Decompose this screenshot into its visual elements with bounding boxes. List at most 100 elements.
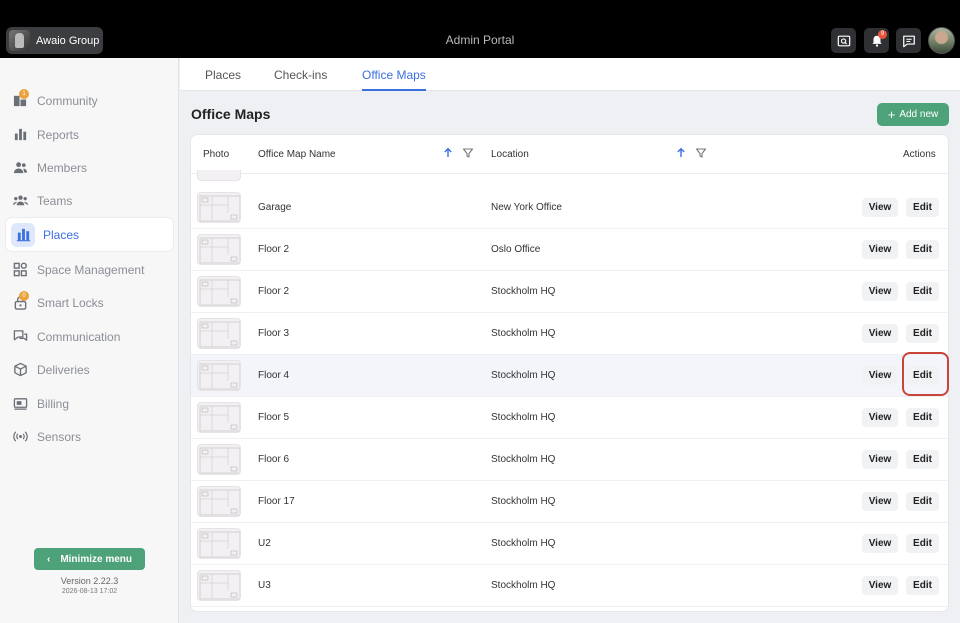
office-map-name: Floor 17 [258, 496, 295, 507]
office-map-name: Floor 2 [258, 244, 290, 255]
package-icon [12, 362, 28, 378]
office-map-name: Garage [258, 202, 292, 213]
column-header-location[interactable]: Location [491, 149, 529, 160]
edit-button[interactable]: Edit [906, 450, 939, 469]
user-avatar[interactable] [928, 27, 955, 54]
office-map-name: U3 [258, 580, 271, 591]
plus-icon: + [887, 106, 896, 122]
sidebar-item-communication[interactable]: Communication [6, 320, 173, 353]
office-map-name: Floor 6 [258, 454, 290, 465]
sort-ascending-icon[interactable] [675, 147, 687, 159]
office-map-location: Stockholm HQ [491, 412, 556, 423]
office-map-location: Stockholm HQ [491, 328, 556, 339]
tab-check-ins[interactable]: Check-ins [274, 68, 327, 91]
view-button[interactable]: View [862, 450, 898, 469]
sidebar-item-members[interactable]: Members [6, 151, 173, 184]
portal-title: Admin Portal [445, 33, 515, 47]
sidebar-item-label: Teams [37, 193, 73, 208]
edit-button[interactable]: Edit [906, 534, 939, 553]
office-map-location: Stockholm HQ [491, 286, 556, 297]
office-map-location: Stockholm HQ [491, 538, 556, 549]
table-row: Floor 3 Stockholm HQ View Edit [191, 313, 948, 355]
table-row: Floor 5 Stockholm HQ View Edit [191, 397, 948, 439]
map-thumbnail [197, 234, 241, 265]
edit-button[interactable]: Edit [906, 282, 939, 301]
sort-ascending-icon[interactable] [442, 147, 454, 159]
sidebar-item-label: Places [43, 227, 80, 242]
building-icon [11, 222, 35, 247]
map-thumbnail [197, 170, 241, 181]
sidebar-item-label: Reports [37, 127, 80, 142]
community-icon: 1 [12, 88, 29, 109]
sidebar-item-label: Billing [37, 396, 70, 411]
top-bar: Awaio Group Admin Portal 9 [0, 0, 960, 58]
sidebar-item-deliveries[interactable]: Deliveries [6, 353, 173, 386]
screen-search-button[interactable] [831, 28, 856, 53]
message-icon [902, 35, 915, 47]
table-row: Floor 2 Oslo Office View Edit [191, 229, 948, 271]
members-icon [12, 160, 28, 176]
view-button[interactable]: View [862, 534, 898, 553]
sidebar-item-label: Members [37, 160, 88, 175]
tab-places[interactable]: Places [205, 68, 241, 91]
office-map-name: Floor 4 [258, 370, 290, 381]
sidebar-item-smart-locks[interactable]: 0 Smart Locks [6, 286, 173, 319]
view-button[interactable]: View [862, 366, 898, 385]
map-thumbnail [197, 276, 241, 307]
lock-icon: 0 [12, 290, 29, 311]
view-button[interactable]: View [862, 324, 898, 343]
table-row: U3 Stockholm HQ View Edit [191, 565, 948, 607]
sidebar-item-sensors[interactable]: Sensors [6, 420, 173, 453]
teams-icon [12, 193, 28, 209]
messages-button[interactable] [896, 28, 921, 53]
map-thumbnail [197, 192, 241, 223]
minimize-menu-button[interactable]: ‹ Minimize menu [34, 548, 145, 570]
sidebar: 1 Community Reports Members Teams Places… [0, 58, 179, 623]
table-row: Floor 2 Stockholm HQ View Edit [191, 271, 948, 313]
view-button[interactable]: View [862, 282, 898, 301]
edit-button[interactable]: Edit [906, 408, 939, 427]
screen-search-icon [837, 35, 850, 46]
column-header-actions: Actions [903, 149, 936, 160]
sidebar-item-community[interactable]: 1 Community [6, 84, 173, 117]
edit-button[interactable]: Edit [906, 492, 939, 511]
office-map-location: Stockholm HQ [491, 370, 556, 381]
highlight-ring [902, 352, 949, 396]
filter-icon[interactable] [695, 147, 707, 159]
sidebar-item-space-management[interactable]: Space Management [6, 253, 173, 286]
office-map-name: Floor 2 [258, 286, 290, 297]
tab-office-maps[interactable]: Office Maps [362, 68, 426, 91]
filter-icon[interactable] [462, 147, 474, 159]
sidebar-item-billing[interactable]: Billing [6, 387, 173, 420]
notifications-button[interactable]: 9 [864, 28, 889, 53]
edit-button[interactable]: Edit [906, 240, 939, 259]
view-button[interactable]: View [862, 576, 898, 595]
view-button[interactable]: View [862, 240, 898, 259]
view-button[interactable]: View [862, 198, 898, 217]
sidebar-item-label: Deliveries [37, 362, 90, 377]
sidebar-item-reports[interactable]: Reports [6, 118, 173, 151]
sensor-icon [12, 429, 28, 445]
page-title: Office Maps [191, 106, 271, 122]
table-row: U2 Stockholm HQ View Edit [191, 523, 948, 565]
bar-chart-icon [12, 127, 28, 143]
tab-bar: Places Check-ins Office Maps [180, 58, 960, 91]
column-header-name[interactable]: Office Map Name [258, 149, 336, 160]
sidebar-item-places[interactable]: Places [6, 218, 173, 251]
table-row: Floor 6 Stockholm HQ View Edit [191, 439, 948, 481]
location-column-controls [675, 147, 707, 159]
edit-button[interactable]: Edit [906, 198, 939, 217]
map-thumbnail [197, 444, 241, 475]
office-map-name: Floor 3 [258, 328, 290, 339]
view-button[interactable]: View [862, 408, 898, 427]
map-thumbnail [197, 570, 241, 601]
edit-button[interactable]: Edit [906, 324, 939, 343]
view-button[interactable]: View [862, 492, 898, 511]
table-row: Floor 17 Stockholm HQ View Edit [191, 481, 948, 523]
sidebar-item-teams[interactable]: Teams [6, 184, 173, 217]
office-map-name: U2 [258, 538, 271, 549]
edit-button[interactable]: Edit [906, 576, 939, 595]
build-timestamp: 2026-08-13 17:02 [61, 588, 118, 595]
add-new-button[interactable]: + Add new [877, 103, 949, 126]
grid-icon [12, 262, 28, 278]
